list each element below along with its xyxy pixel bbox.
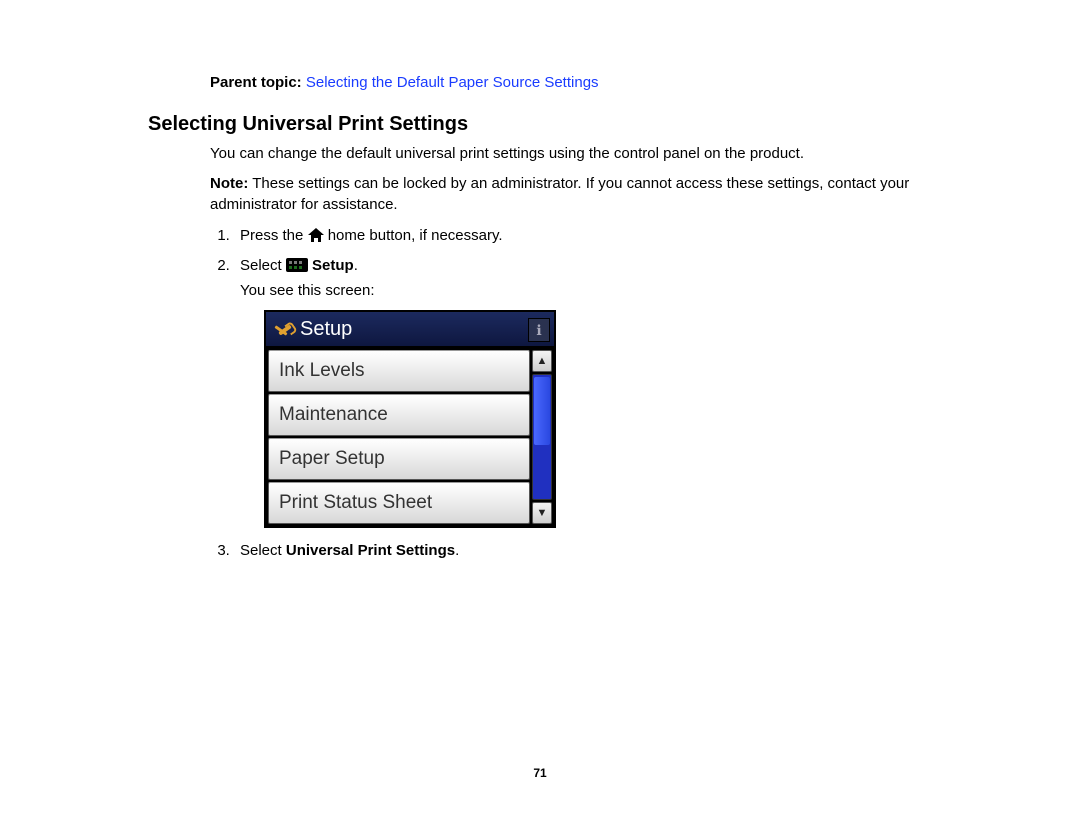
step-1-text-a: Press the	[240, 227, 308, 244]
step-1: Press the home button, if necessary.	[234, 225, 960, 250]
lcd-scrollbar[interactable]: ▲ ▼	[532, 348, 554, 526]
lcd-menu-list: Ink Levels Maintenance Paper Setup Print…	[266, 348, 532, 526]
step-2-text-c: .	[354, 257, 358, 274]
lcd-item-print-status-sheet[interactable]: Print Status Sheet	[268, 482, 530, 524]
setup-icon	[286, 258, 308, 272]
lcd-header: Setup ℹ	[266, 312, 554, 348]
page-number: 71	[0, 766, 1080, 780]
scroll-thumb[interactable]	[534, 377, 550, 445]
note-label: Note:	[210, 175, 248, 192]
step-3-text-c: .	[455, 542, 459, 559]
lcd-item-ink-levels[interactable]: Ink Levels	[268, 350, 530, 392]
step-3: Select Universal Print Settings.	[234, 540, 960, 563]
note-paragraph: Note: These settings can be locked by an…	[210, 174, 960, 215]
step-3-bold: Universal Print Settings	[286, 542, 455, 559]
parent-topic-label: Parent topic:	[210, 74, 302, 91]
step-2-text-a: Select	[240, 257, 286, 274]
scroll-track[interactable]	[532, 374, 552, 500]
scroll-up-arrow-icon[interactable]: ▲	[532, 350, 552, 372]
intro-paragraph: You can change the default universal pri…	[210, 144, 960, 164]
home-icon	[308, 227, 324, 250]
step-3-text-a: Select	[240, 542, 286, 559]
step-2-subline: You see this screen:	[240, 280, 960, 303]
lcd-body: Ink Levels Maintenance Paper Setup Print…	[266, 348, 554, 526]
document-page: Parent topic: Selecting the Default Pape…	[0, 0, 1080, 834]
lcd-item-paper-setup[interactable]: Paper Setup	[268, 438, 530, 480]
step-2: Select Setup. You see this screen: Setup…	[234, 255, 960, 528]
step-2-bold: Setup	[312, 257, 354, 274]
lcd-item-maintenance[interactable]: Maintenance	[268, 394, 530, 436]
parent-topic-line: Parent topic: Selecting the Default Pape…	[210, 74, 1080, 91]
parent-topic-link[interactable]: Selecting the Default Paper Source Setti…	[306, 74, 599, 91]
page-title: Selecting Universal Print Settings	[148, 113, 1080, 136]
step-1-text-b: home button, if necessary.	[328, 227, 503, 244]
note-body: These settings can be locked by an admin…	[210, 175, 909, 212]
tools-icon	[272, 319, 292, 339]
info-icon: ℹ	[528, 318, 550, 342]
steps-list: Press the home button, if necessary. Sel…	[234, 225, 960, 563]
scroll-down-arrow-icon[interactable]: ▼	[532, 502, 552, 524]
lcd-title: Setup	[300, 314, 352, 344]
printer-lcd-screenshot: Setup ℹ Ink Levels Maintenance Paper Set…	[264, 310, 556, 528]
